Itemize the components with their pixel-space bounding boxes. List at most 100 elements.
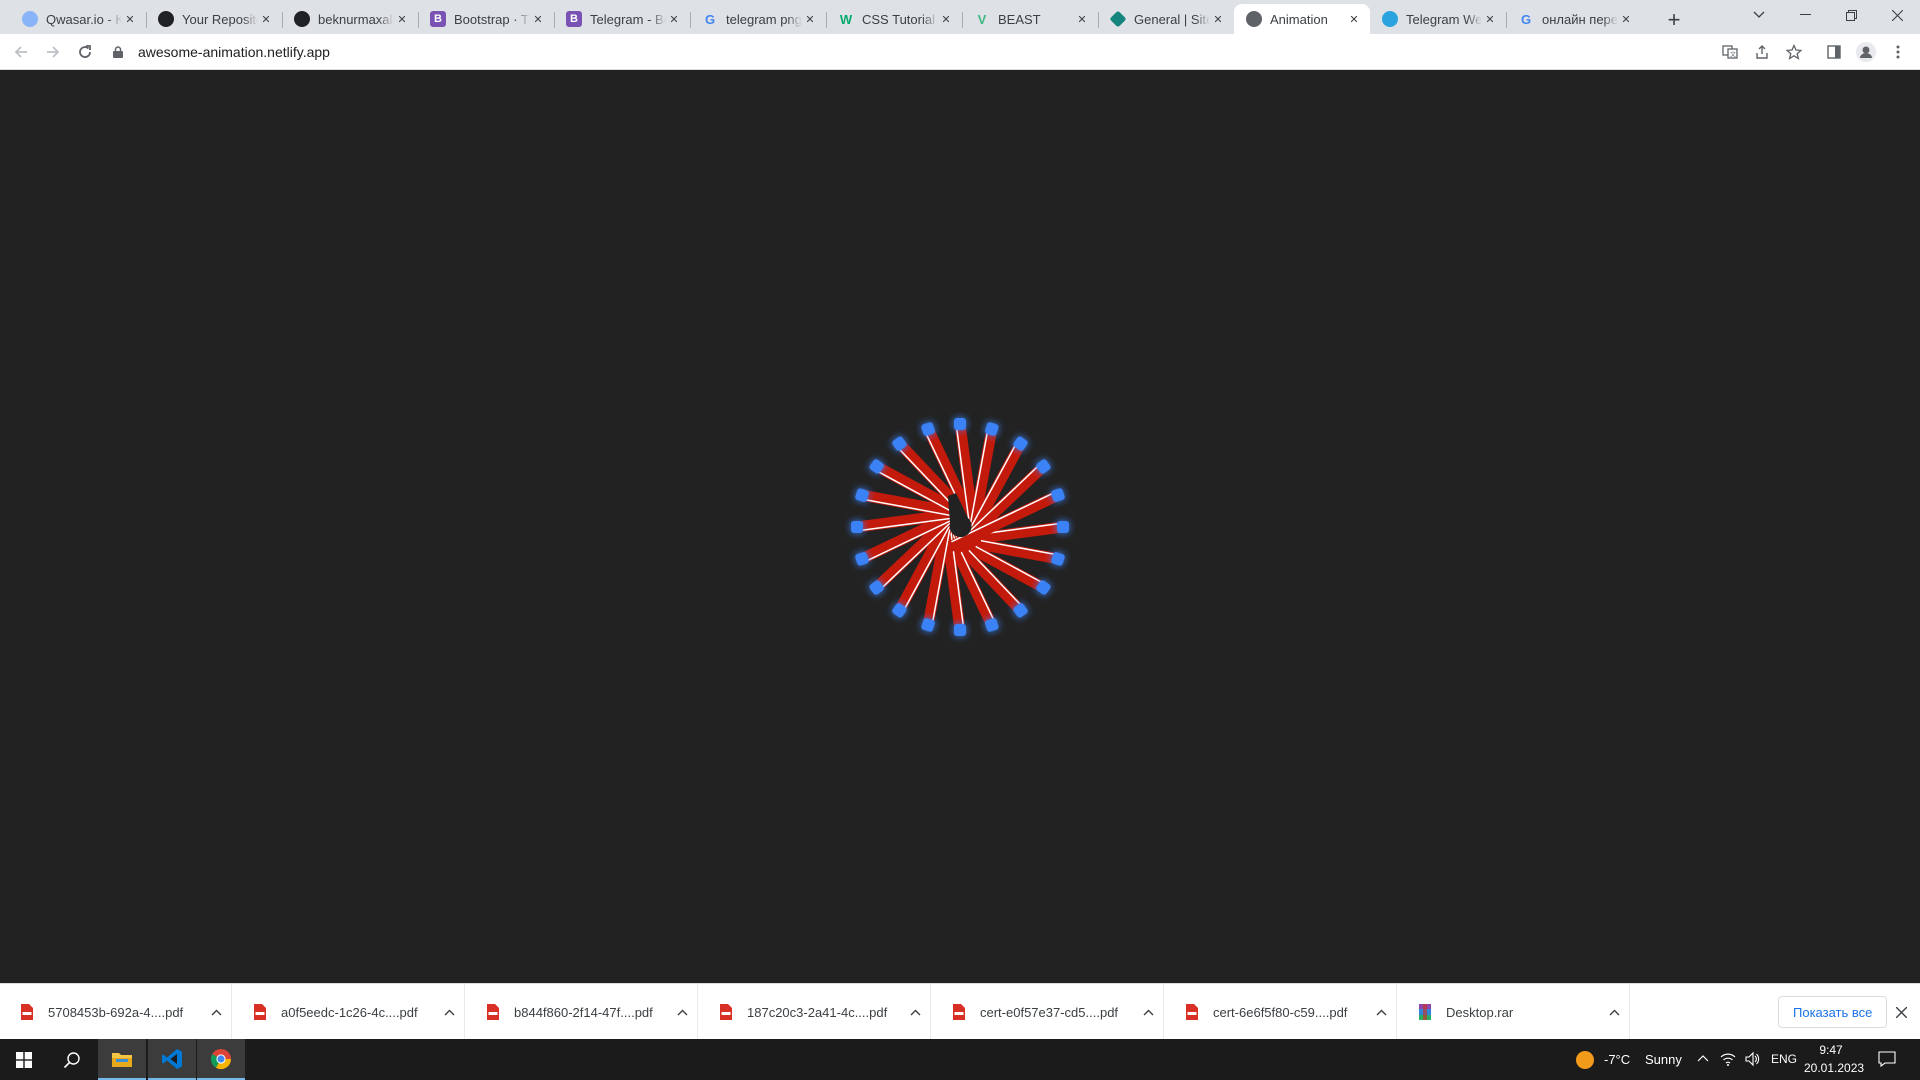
tab-title: Bootstrap · The xyxy=(454,11,530,27)
download-item[interactable]: b844f860-2f14-47f....pdf xyxy=(466,984,698,1040)
tab-1[interactable]: Qwasar.io - Kanban✕ xyxy=(10,4,146,34)
close-tab-icon[interactable]: ✕ xyxy=(1482,11,1498,27)
tab-title: Qwasar.io - Kanban xyxy=(46,11,122,27)
chevron-up-icon[interactable] xyxy=(900,1005,930,1019)
weather-condition[interactable]: Sunny xyxy=(1645,1052,1682,1067)
close-tab-icon[interactable]: ✕ xyxy=(1074,11,1090,27)
download-item[interactable]: Desktop.rar xyxy=(1398,984,1630,1040)
rar-icon xyxy=(1419,1004,1431,1020)
chevron-up-icon[interactable] xyxy=(667,1005,697,1019)
chevron-up-icon[interactable] xyxy=(1599,1005,1629,1019)
reload-button[interactable] xyxy=(71,38,99,66)
close-tab-icon[interactable]: ✕ xyxy=(666,11,682,27)
tab-7[interactable]: W CSS Tutorial ✕ xyxy=(826,4,962,34)
close-tab-icon[interactable]: ✕ xyxy=(122,11,138,27)
share-button[interactable] xyxy=(1750,40,1774,64)
clock-date[interactable]: 20.01.2023 xyxy=(1804,1061,1864,1075)
tab-6[interactable]: Gtelegram png ✕ xyxy=(690,4,826,34)
tab-search-button[interactable] xyxy=(1736,0,1782,30)
notifications-icon[interactable] xyxy=(1878,1051,1896,1067)
weather-temperature[interactable]: -7°C xyxy=(1604,1052,1630,1067)
chevron-up-icon[interactable] xyxy=(434,1005,464,1019)
globe-icon xyxy=(1246,11,1262,27)
star-icon xyxy=(1786,44,1802,60)
profile-button[interactable] xyxy=(1854,40,1878,64)
chevron-up-icon[interactable] xyxy=(1133,1005,1163,1019)
restore-button[interactable] xyxy=(1828,0,1874,30)
pdf-icon xyxy=(21,1004,33,1020)
vscode-button[interactable] xyxy=(148,1039,196,1080)
tab-4[interactable]: B Bootstrap · The✕ xyxy=(418,4,554,34)
more-vert-icon xyxy=(1896,45,1900,59)
tab-9[interactable]: General | Site ✕ xyxy=(1098,4,1234,34)
file-explorer-button[interactable] xyxy=(98,1039,146,1080)
tab-strip: Qwasar.io - Kanban✕Your Repositories✕bek… xyxy=(0,0,1920,34)
google-icon: G xyxy=(704,11,716,27)
download-item[interactable]: a0f5eedc-1c26-4c....pdf xyxy=(233,984,465,1040)
pdf-icon xyxy=(953,1004,965,1020)
volume-icon[interactable] xyxy=(1744,1051,1760,1067)
close-tab-icon[interactable]: ✕ xyxy=(1618,11,1634,27)
chevron-up-icon[interactable] xyxy=(1366,1005,1396,1019)
translate-button[interactable]: 文 xyxy=(1718,40,1742,64)
pdf-icon xyxy=(487,1004,499,1020)
tab-10[interactable]: Animation ✕ xyxy=(1234,4,1370,34)
forward-button[interactable] xyxy=(39,38,67,66)
vscode-icon xyxy=(162,1048,182,1069)
chrome-button[interactable] xyxy=(197,1039,245,1080)
close-tab-icon[interactable]: ✕ xyxy=(1346,11,1362,27)
chevron-up-icon[interactable] xyxy=(1697,1054,1709,1062)
close-download-bar-button[interactable] xyxy=(1890,1001,1912,1023)
address-bar[interactable]: awesome-animation.netlify.app xyxy=(110,39,1480,65)
clock-time[interactable]: 9:47 xyxy=(1806,1043,1856,1057)
menu-button[interactable] xyxy=(1886,40,1910,64)
restore-icon xyxy=(1845,9,1857,21)
spinner-animation xyxy=(851,418,1069,636)
pdf-icon xyxy=(254,1004,266,1020)
download-filename: Desktop.rar xyxy=(1446,1004,1514,1020)
tab-11[interactable]: Telegram Web ✕ xyxy=(1370,4,1506,34)
minimize-icon xyxy=(1799,14,1811,15)
download-item[interactable]: 187c20c3-2a41-4c....pdf xyxy=(699,984,931,1040)
download-item[interactable]: 5708453b-692a-4....pdf xyxy=(0,984,232,1040)
qwasar-icon xyxy=(22,11,38,27)
input-language[interactable]: ENG xyxy=(1771,1052,1797,1066)
tab-title: Telegram - Bootstrap xyxy=(590,11,666,27)
close-tab-icon[interactable]: ✕ xyxy=(938,11,954,27)
close-tab-icon[interactable]: ✕ xyxy=(1210,11,1226,27)
close-tab-icon[interactable]: ✕ xyxy=(258,11,274,27)
bookmark-button[interactable] xyxy=(1782,40,1806,64)
search-button[interactable] xyxy=(48,1039,96,1080)
close-tab-icon[interactable]: ✕ xyxy=(530,11,546,27)
tab-8[interactable]: V BEAST ✕ xyxy=(962,4,1098,34)
back-button[interactable] xyxy=(7,38,35,66)
tab-title: General | Site xyxy=(1134,11,1210,27)
tab-2[interactable]: Your Repositories✕ xyxy=(146,4,282,34)
download-filename: cert-6e6f5f80-c59....pdf xyxy=(1213,1004,1348,1020)
search-icon xyxy=(63,1051,80,1068)
chevron-up-icon[interactable] xyxy=(201,1005,231,1019)
tab-5[interactable]: B Telegram - Bootstrap✕ xyxy=(554,4,690,34)
side-panel-button[interactable] xyxy=(1822,40,1846,64)
tab-title: Animation xyxy=(1270,11,1328,27)
new-tab-button[interactable]: + xyxy=(1660,6,1688,34)
close-window-button[interactable] xyxy=(1874,0,1920,30)
translate-icon: 文 xyxy=(1722,45,1738,59)
show-all-button[interactable]: Показать все xyxy=(1778,996,1888,1028)
download-item[interactable]: cert-e0f57e37-cd5....pdf xyxy=(932,984,1164,1040)
close-icon xyxy=(1891,9,1903,21)
close-tab-icon[interactable]: ✕ xyxy=(394,11,410,27)
reload-icon xyxy=(79,45,91,58)
start-button[interactable] xyxy=(0,1039,48,1080)
download-bar: 5708453b-692a-4....pdf a0f5eedc-1c26-4c..… xyxy=(0,983,1920,1040)
taskbar: -7°C Sunny ENG 9:47 20.01.2023 xyxy=(0,1039,1920,1080)
minimize-button[interactable] xyxy=(1782,0,1828,30)
tab-12[interactable]: Gонлайн пере ✕ xyxy=(1506,4,1642,34)
wifi-icon[interactable] xyxy=(1720,1051,1736,1067)
tab-3[interactable]: beknurmaxallo✕ xyxy=(282,4,418,34)
bootstrap-icon: B xyxy=(430,11,446,27)
close-tab-icon[interactable]: ✕ xyxy=(802,11,818,27)
tab-title: CSS Tutorial xyxy=(862,11,935,27)
tab-title: beknurmaxallo xyxy=(318,11,394,27)
download-item[interactable]: cert-6e6f5f80-c59....pdf xyxy=(1165,984,1397,1040)
